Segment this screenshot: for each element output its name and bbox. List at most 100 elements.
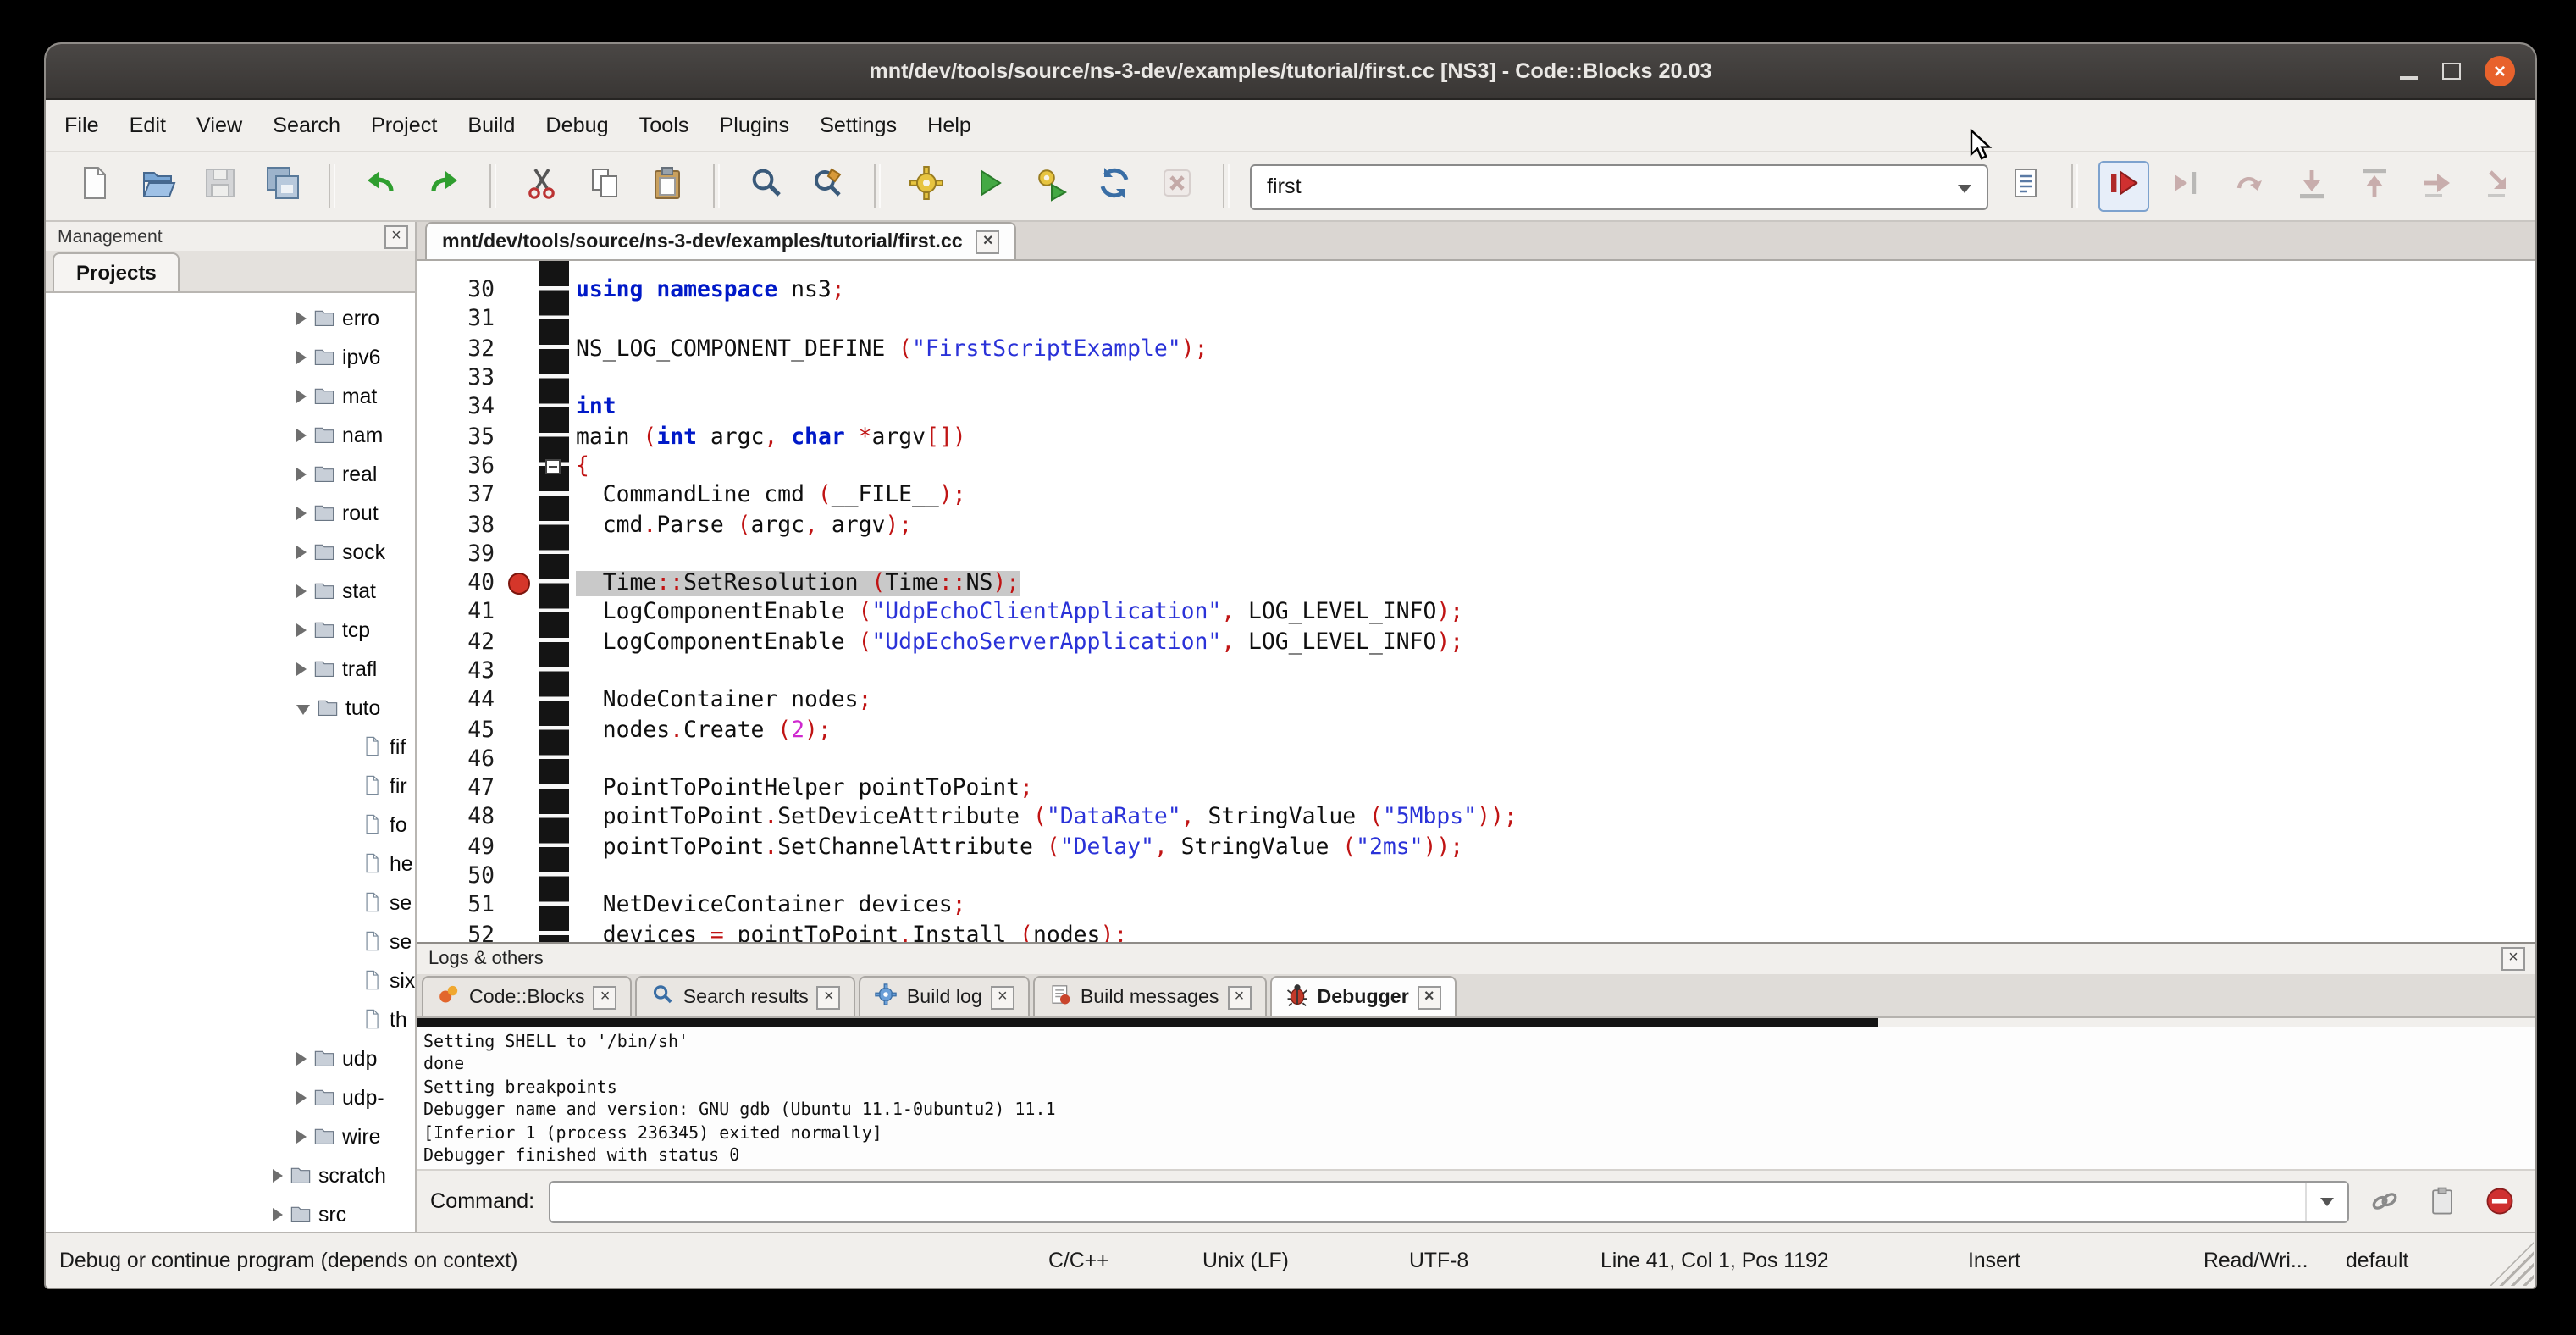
line-number[interactable]: 37 (417, 483, 501, 508)
breakpoint-margin[interactable] (501, 511, 539, 540)
incremental-search-options-button[interactable] (2000, 161, 2051, 212)
tree-item-se[interactable]: se (46, 922, 415, 961)
line-number[interactable]: 47 (417, 776, 501, 801)
menu-plugins[interactable]: Plugins (704, 107, 804, 144)
tab-projects[interactable]: Projects (53, 252, 180, 291)
logs-tab-build-messages[interactable]: Build messages× (1033, 976, 1267, 1016)
tree-item-tcp[interactable]: tcp (46, 610, 415, 649)
tree-item-he[interactable]: he (46, 844, 415, 883)
breakpoint-margin[interactable] (501, 393, 539, 423)
breakpoint-margin[interactable] (501, 306, 539, 335)
breakpoint-margin[interactable] (501, 276, 539, 306)
breakpoint-icon[interactable] (508, 573, 530, 595)
maximize-button[interactable] (2442, 63, 2461, 80)
chevron-right-icon[interactable] (296, 584, 307, 597)
close-icon[interactable]: × (2501, 947, 2525, 971)
tree-item-ipv6[interactable]: ipv6 (46, 337, 415, 376)
line-number[interactable]: 33 (417, 366, 501, 391)
line-number[interactable]: 35 (417, 424, 501, 450)
chevron-right-icon[interactable] (296, 506, 307, 519)
command-input[interactable] (548, 1180, 2349, 1222)
menu-search[interactable]: Search (257, 107, 356, 144)
tree-item-rout[interactable]: rout (46, 493, 415, 532)
close-icon[interactable]: × (976, 230, 1000, 253)
breakpoint-margin[interactable] (501, 804, 539, 834)
breakpoint-margin[interactable] (501, 891, 539, 921)
line-number[interactable]: 44 (417, 689, 501, 714)
breakpoint-margin[interactable] (501, 833, 539, 862)
tree-item-fir[interactable]: fir (46, 766, 415, 805)
line-number[interactable]: 48 (417, 806, 501, 831)
line-number[interactable]: 30 (417, 278, 501, 303)
logs-tab-code-blocks[interactable]: Code::Blocks× (422, 976, 633, 1016)
tree-item-six[interactable]: six (46, 961, 415, 1000)
rebuild-button[interactable] (1089, 161, 1140, 212)
save-file-button[interactable] (195, 161, 246, 212)
line-number[interactable]: 41 (417, 601, 501, 626)
new-file-button[interactable] (69, 161, 120, 212)
line-number[interactable]: 46 (417, 747, 501, 773)
chevron-right-icon[interactable] (296, 467, 307, 480)
line-number[interactable]: 51 (417, 894, 501, 919)
logs-tab-debugger[interactable]: Debugger× (1270, 976, 1457, 1016)
line-number[interactable]: 31 (417, 307, 501, 333)
breakpoint-margin[interactable] (501, 745, 539, 775)
breakpoint-margin[interactable] (501, 686, 539, 716)
chevron-right-icon[interactable] (296, 389, 307, 402)
close-icon[interactable]: × (1418, 985, 1441, 1009)
fold-collapse-icon[interactable] (545, 459, 561, 474)
step-into-button[interactable] (2286, 161, 2337, 212)
menu-debug[interactable]: Debug (530, 107, 623, 144)
menu-help[interactable]: Help (912, 107, 987, 144)
open-file-button[interactable] (132, 161, 183, 212)
tree-item-tuto[interactable]: tuto (46, 688, 415, 727)
tree-item-wire[interactable]: wire (46, 1116, 415, 1155)
tree-item-erro[interactable]: erro (46, 298, 415, 337)
step-into-instruction-button[interactable] (2474, 161, 2525, 212)
copy-button[interactable] (579, 161, 630, 212)
chevron-right-icon[interactable] (296, 1129, 307, 1143)
logs-tab-search-results[interactable]: Search results× (636, 976, 856, 1016)
line-number[interactable]: 40 (417, 571, 501, 596)
search-combo[interactable]: first (1250, 163, 1988, 209)
menu-tools[interactable]: Tools (624, 107, 705, 144)
chevron-right-icon[interactable] (296, 1051, 307, 1065)
paste-button[interactable] (642, 161, 693, 212)
line-number[interactable]: 36 (417, 454, 501, 479)
stop-button[interactable] (2478, 1179, 2522, 1223)
abort-button[interactable] (1152, 161, 1202, 212)
logs-tab-build-log[interactable]: Build log× (860, 976, 1030, 1016)
line-number[interactable]: 49 (417, 835, 501, 861)
chevron-right-icon[interactable] (296, 545, 307, 558)
tree-item-scratch[interactable]: scratch (46, 1155, 415, 1194)
breakpoint-margin[interactable] (501, 599, 539, 629)
tree-item-udp[interactable]: udp- (46, 1077, 415, 1116)
line-number[interactable]: 39 (417, 542, 501, 568)
clipboard-button[interactable] (2420, 1179, 2464, 1223)
breakpoint-margin[interactable] (501, 335, 539, 364)
menu-edit[interactable]: Edit (114, 107, 181, 144)
chevron-right-icon[interactable] (296, 1090, 307, 1104)
line-number[interactable]: 43 (417, 659, 501, 684)
cut-button[interactable] (517, 161, 567, 212)
tree-item-stat[interactable]: stat (46, 571, 415, 610)
tree-item-sock[interactable]: sock (46, 532, 415, 571)
line-number[interactable]: 45 (417, 717, 501, 743)
tree-item-se[interactable]: se (46, 883, 415, 922)
menu-project[interactable]: Project (356, 107, 452, 144)
breakpoint-margin[interactable] (501, 540, 539, 569)
breakpoint-margin[interactable] (501, 862, 539, 892)
debug-continue-button[interactable] (2098, 161, 2149, 212)
line-number[interactable]: 34 (417, 396, 501, 421)
menu-settings[interactable]: Settings (804, 107, 912, 144)
chevron-right-icon[interactable] (273, 1168, 283, 1182)
resize-grip[interactable] (2490, 1242, 2534, 1286)
breakpoint-margin[interactable] (501, 452, 539, 482)
editor-tab[interactable]: mnt/dev/tools/source/ns-3-dev/examples/t… (425, 222, 1017, 259)
close-icon[interactable]: × (384, 224, 408, 248)
line-number[interactable]: 50 (417, 864, 501, 889)
tree-item-udp[interactable]: udp (46, 1039, 415, 1077)
line-number[interactable]: 42 (417, 629, 501, 655)
menu-file[interactable]: File (49, 107, 114, 144)
replace-button[interactable] (803, 161, 854, 212)
